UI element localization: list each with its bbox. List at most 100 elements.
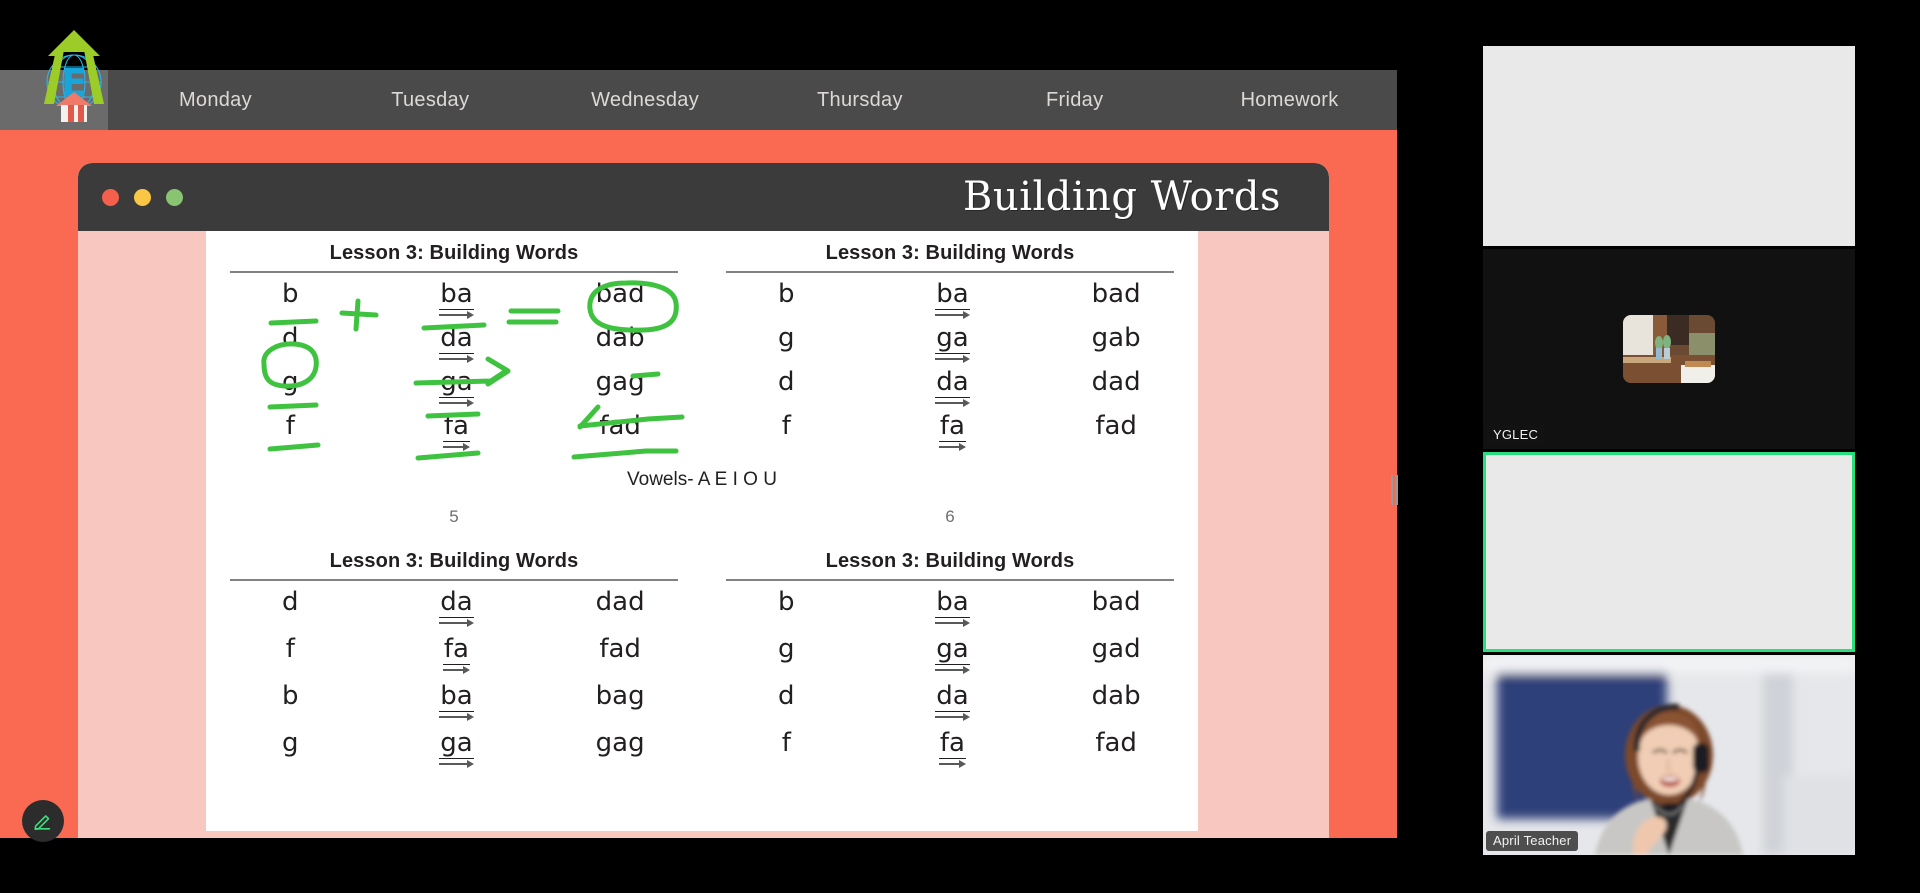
cell-letter: g xyxy=(778,634,795,664)
cell-word: gag xyxy=(595,367,645,397)
logo-slot[interactable] xyxy=(0,70,108,130)
cell-blend: fa xyxy=(375,634,539,676)
table-row: d da dab xyxy=(206,323,702,367)
table-row: f fa fad xyxy=(702,728,1198,775)
cell-blend: ba xyxy=(375,279,539,321)
webcam-video xyxy=(1483,655,1855,855)
nav-tab-monday[interactable]: Monday xyxy=(108,70,323,130)
cell-letter: f xyxy=(781,728,791,758)
table-row: f fa fad xyxy=(206,411,702,455)
table-row: b ba bag xyxy=(206,681,702,728)
page-number-left: 5 xyxy=(449,507,459,526)
app-screen: Monday Tuesday Wednesday Thursday Friday… xyxy=(0,0,1920,893)
participant-tile-active[interactable] xyxy=(1483,452,1855,652)
cell-word: gab xyxy=(1091,323,1141,353)
worksheet-page: Lesson 3: Building Words b ba bad d da d… xyxy=(78,231,1329,838)
cell-blend: fa xyxy=(871,411,1035,453)
pencil-icon xyxy=(34,815,51,831)
cell-word: gag xyxy=(595,728,645,758)
table-row: f fa fad xyxy=(702,411,1198,455)
panel-resize-handle[interactable] xyxy=(1389,472,1399,508)
table-row: b ba bad xyxy=(702,279,1198,323)
cell-letter: b xyxy=(778,587,795,617)
participant-name: YGLEC xyxy=(1486,425,1546,445)
table-row: b ba bad xyxy=(702,587,1198,634)
cell-blend: ga xyxy=(871,323,1035,365)
cell-blend: ga xyxy=(375,367,539,409)
table-row: g ga gag xyxy=(206,367,702,411)
weekday-nav-bar: Monday Tuesday Wednesday Thursday Friday… xyxy=(0,70,1397,130)
window-controls xyxy=(102,188,183,206)
cell-blend: da xyxy=(375,587,539,629)
page-number-right: 6 xyxy=(945,507,955,526)
worksheet-bottom-row: Lesson 3: Building Words d da dad f fa f… xyxy=(206,539,1198,775)
cell-blend: fa xyxy=(375,411,539,453)
cell-letter: d xyxy=(282,323,299,353)
avatar xyxy=(1623,315,1715,383)
cell-word: bad xyxy=(1091,587,1141,617)
worksheet-sheet: Lesson 3: Building Words b ba bad d da d… xyxy=(206,231,1198,831)
heading-rule xyxy=(726,271,1174,273)
cell-blend: ga xyxy=(871,634,1035,676)
participant-tile-april-teacher[interactable]: April Teacher xyxy=(1483,655,1855,855)
cell-letter: g xyxy=(778,323,795,353)
cell-blend: da xyxy=(375,323,539,365)
cell-letter: d xyxy=(282,587,299,617)
cell-letter: b xyxy=(778,279,795,309)
slide-title: Building Words xyxy=(963,174,1281,220)
slide-titlebar: Building Words xyxy=(78,163,1329,231)
worksheet-top-row: Lesson 3: Building Words b ba bad d da d… xyxy=(206,231,1198,455)
table-row: g ga gab xyxy=(702,323,1198,367)
nav-tab-tuesday[interactable]: Tuesday xyxy=(323,70,538,130)
cell-word: fad xyxy=(599,411,641,441)
cell-blend: ba xyxy=(375,681,539,723)
cell-letter: d xyxy=(778,367,795,397)
cell-word: bag xyxy=(595,681,645,711)
cell-blend: ba xyxy=(871,587,1035,629)
heading-rule xyxy=(230,579,678,581)
cell-letter: b xyxy=(282,681,299,711)
heading-rule xyxy=(230,271,678,273)
cell-word: dad xyxy=(1091,367,1141,397)
table-heading-bottom-left: Lesson 3: Building Words xyxy=(329,550,579,572)
vowels-note: Vowels- A E I O U xyxy=(627,469,777,490)
table-row: b ba bad xyxy=(206,279,702,323)
participant-tile-yglec[interactable]: YGLEC xyxy=(1483,249,1855,449)
nav-tab-wednesday[interactable]: Wednesday xyxy=(538,70,753,130)
cell-letter: g xyxy=(282,728,299,758)
page-number-row: 5 6 xyxy=(206,507,1198,527)
slide-window: Building Words Lesson 3: Building Words xyxy=(78,163,1329,838)
cell-word: bad xyxy=(595,279,645,309)
annotate-pencil-button[interactable] xyxy=(22,800,64,842)
participant-tile[interactable] xyxy=(1483,46,1855,246)
cell-word: gad xyxy=(1091,634,1141,664)
nav-tab-friday[interactable]: Friday xyxy=(967,70,1182,130)
cell-blend: ga xyxy=(375,728,539,770)
table-row: g ga gag xyxy=(206,728,702,775)
classroom-stage: Monday Tuesday Wednesday Thursday Friday… xyxy=(0,0,1399,842)
cell-word: fad xyxy=(1095,411,1137,441)
cell-letter: f xyxy=(285,411,295,441)
cell-blend: ba xyxy=(871,279,1035,321)
nav-tab-homework[interactable]: Homework xyxy=(1182,70,1397,130)
table-heading-top-left: Lesson 3: Building Words xyxy=(329,242,579,264)
avatar-room-photo xyxy=(1623,315,1715,383)
nav-tab-thursday[interactable]: Thursday xyxy=(752,70,967,130)
worksheet-table-top-left: Lesson 3: Building Words b ba bad d da d… xyxy=(206,231,702,455)
close-icon[interactable] xyxy=(102,188,119,206)
cell-blend: da xyxy=(871,681,1035,723)
cell-word: dab xyxy=(1091,681,1141,711)
cell-letter: b xyxy=(282,279,299,309)
minimize-icon[interactable] xyxy=(134,188,151,206)
table-row: g ga gad xyxy=(702,634,1198,681)
cell-blend: da xyxy=(871,367,1035,409)
table-heading-bottom-right: Lesson 3: Building Words xyxy=(825,550,1075,572)
cell-word: bad xyxy=(1091,279,1141,309)
maximize-icon[interactable] xyxy=(166,188,183,206)
table-heading-top-right: Lesson 3: Building Words xyxy=(825,242,1075,264)
cell-word: fad xyxy=(1095,728,1137,758)
participant-filmstrip: YGLEC April Teacher xyxy=(1483,46,1855,858)
participant-name: April Teacher xyxy=(1486,831,1579,851)
worksheet-table-bottom-left: Lesson 3: Building Words d da dad f fa f… xyxy=(206,539,702,775)
worksheet-table-top-right: Lesson 3: Building Words b ba bad g ga g… xyxy=(702,231,1198,455)
